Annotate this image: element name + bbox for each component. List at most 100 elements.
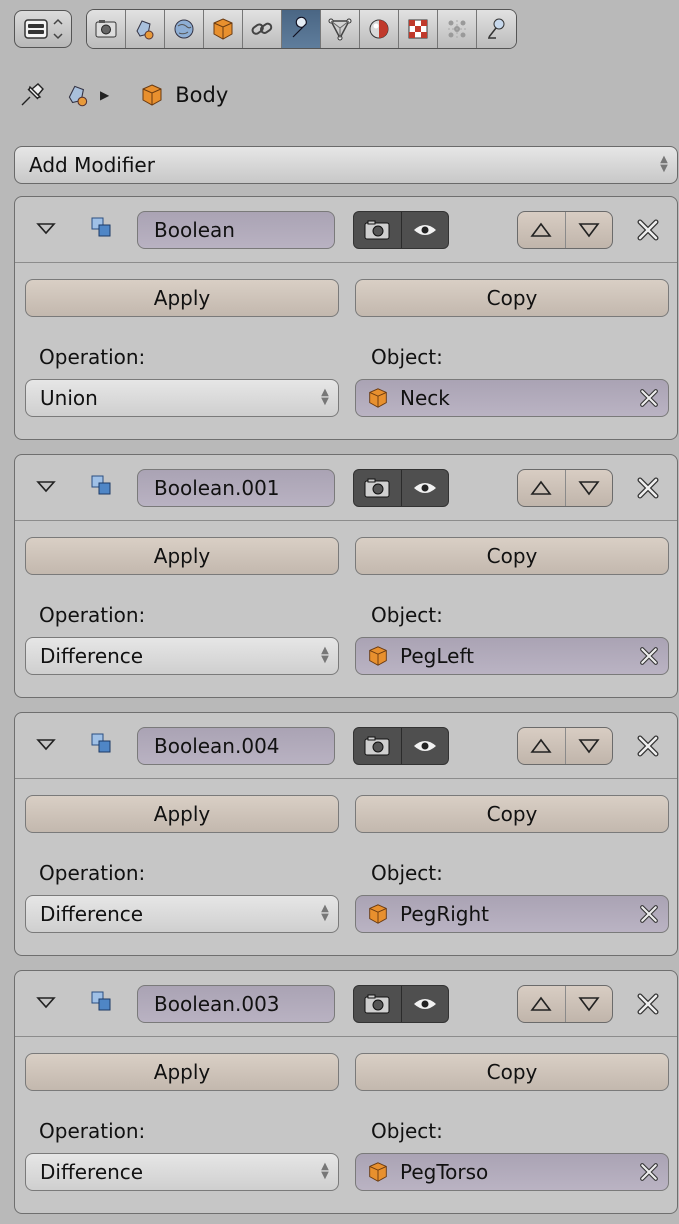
- tab-physics[interactable]: [477, 10, 516, 48]
- move-down-button[interactable]: [566, 470, 613, 506]
- operation-select[interactable]: Difference ▲ ▼: [25, 1153, 339, 1191]
- tab-material[interactable]: [360, 10, 399, 48]
- triangle-down-icon: [578, 997, 600, 1012]
- copy-button[interactable]: Copy: [355, 1053, 669, 1091]
- remove-modifier-icon[interactable]: [635, 733, 661, 759]
- updown-arrows-icon: ▲ ▼: [660, 154, 668, 174]
- constraints-icon: [251, 22, 273, 35]
- move-up-button[interactable]: [518, 212, 566, 248]
- apply-button[interactable]: Apply: [25, 279, 339, 317]
- object-field[interactable]: Neck: [355, 379, 669, 417]
- copy-button[interactable]: Copy: [355, 795, 669, 833]
- collapse-triangle-icon[interactable]: [35, 217, 57, 239]
- operation-select[interactable]: Difference ▲ ▼: [25, 895, 339, 933]
- operation-select[interactable]: Union ▲ ▼: [25, 379, 339, 417]
- add-modifier-label: Add Modifier: [29, 153, 155, 177]
- apply-button[interactable]: Apply: [25, 795, 339, 833]
- editor-type-button[interactable]: [14, 10, 72, 48]
- triangle-down-icon: [578, 739, 600, 754]
- visibility-toggles: [353, 727, 449, 765]
- viewport-toggle[interactable]: [402, 728, 449, 764]
- viewport-toggle[interactable]: [402, 470, 449, 506]
- render-toggle[interactable]: [354, 986, 402, 1022]
- tab-scene[interactable]: [126, 10, 165, 48]
- camera-icon: [364, 220, 390, 240]
- move-up-button[interactable]: [518, 470, 566, 506]
- tab-data[interactable]: [321, 10, 360, 48]
- collapse-triangle-icon[interactable]: [35, 991, 57, 1013]
- move-up-button[interactable]: [518, 986, 566, 1022]
- particles-icon: [448, 20, 466, 38]
- modifier-name-field[interactable]: Boolean.003: [137, 985, 335, 1023]
- collapse-triangle-icon[interactable]: [35, 475, 57, 497]
- modifiers-wrench-icon: [292, 16, 307, 38]
- tab-render[interactable]: [87, 10, 126, 48]
- add-modifier-menu[interactable]: Add Modifier ▲ ▼: [14, 146, 678, 184]
- clear-object-icon[interactable]: [638, 387, 660, 409]
- move-buttons: [517, 211, 613, 249]
- apply-button[interactable]: Apply: [25, 1053, 339, 1091]
- render-toggle[interactable]: [354, 728, 402, 764]
- operation-label: Operation:: [39, 1119, 146, 1143]
- collapse-triangle-icon[interactable]: [35, 733, 57, 755]
- properties-tabs: [86, 9, 517, 49]
- triangle-down-icon: [578, 481, 600, 496]
- render-toggle[interactable]: [354, 470, 402, 506]
- camera-icon: [364, 736, 390, 756]
- move-buttons: [517, 985, 613, 1023]
- scene-icon: [136, 20, 154, 40]
- boolean-modifier-icon: [91, 991, 111, 1011]
- properties-editor: ▶ Body Add Modifier ▲ ▼ Boolean Apply Co…: [0, 0, 679, 1224]
- camera-icon: [364, 994, 390, 1014]
- object-label: Object:: [371, 345, 443, 369]
- object-field[interactable]: PegTorso: [355, 1153, 669, 1191]
- remove-modifier-icon[interactable]: [635, 991, 661, 1017]
- tab-texture[interactable]: [399, 10, 438, 48]
- object-field[interactable]: PegLeft: [355, 637, 669, 675]
- modifier-name-field[interactable]: Boolean.001: [137, 469, 335, 507]
- updown-arrows-icon: ▲ ▼: [321, 645, 329, 665]
- operation-select[interactable]: Difference ▲ ▼: [25, 637, 339, 675]
- eye-icon: [413, 999, 436, 1009]
- clear-object-icon[interactable]: [638, 645, 660, 667]
- texture-icon: [408, 19, 428, 39]
- tab-modifiers[interactable]: [282, 10, 321, 48]
- modifier-name-field[interactable]: Boolean.004: [137, 727, 335, 765]
- remove-modifier-icon[interactable]: [635, 475, 661, 501]
- viewport-toggle[interactable]: [402, 986, 449, 1022]
- updown-arrows-icon: ▲ ▼: [321, 387, 329, 407]
- object-field[interactable]: PegRight: [355, 895, 669, 933]
- physics-icon: [487, 18, 504, 39]
- object-label: Object:: [371, 861, 443, 885]
- scene-icon: [68, 85, 88, 107]
- visibility-toggles: [353, 469, 449, 507]
- modifier-panel: Boolean.001 Apply Copy Operation: Object…: [14, 454, 678, 698]
- move-down-button[interactable]: [566, 986, 613, 1022]
- header-toolbar: [14, 8, 517, 50]
- modifier-panel: Boolean Apply Copy Operation: Object: Un…: [14, 196, 678, 440]
- remove-modifier-icon[interactable]: [635, 217, 661, 243]
- triangle-up-icon: [530, 222, 552, 237]
- move-up-button[interactable]: [518, 728, 566, 764]
- tab-object[interactable]: [204, 10, 243, 48]
- move-down-button[interactable]: [566, 728, 613, 764]
- tab-particles[interactable]: [438, 10, 477, 48]
- clear-object-icon[interactable]: [638, 1161, 660, 1183]
- render-toggle[interactable]: [354, 212, 402, 248]
- object-label: Object:: [371, 1119, 443, 1143]
- copy-button[interactable]: Copy: [355, 279, 669, 317]
- visibility-toggles: [353, 211, 449, 249]
- copy-button[interactable]: Copy: [355, 537, 669, 575]
- triangle-down-icon: [578, 223, 600, 238]
- apply-button[interactable]: Apply: [25, 537, 339, 575]
- tab-world[interactable]: [165, 10, 204, 48]
- object-icon: [369, 646, 387, 666]
- clear-object-icon[interactable]: [638, 903, 660, 925]
- boolean-modifier-icon: [91, 733, 111, 753]
- modifier-name-field[interactable]: Boolean: [137, 211, 335, 249]
- operation-label: Operation:: [39, 345, 146, 369]
- move-down-button[interactable]: [566, 212, 613, 248]
- tab-constraints[interactable]: [243, 10, 282, 48]
- viewport-toggle[interactable]: [402, 212, 449, 248]
- pin-icon[interactable]: [18, 81, 46, 109]
